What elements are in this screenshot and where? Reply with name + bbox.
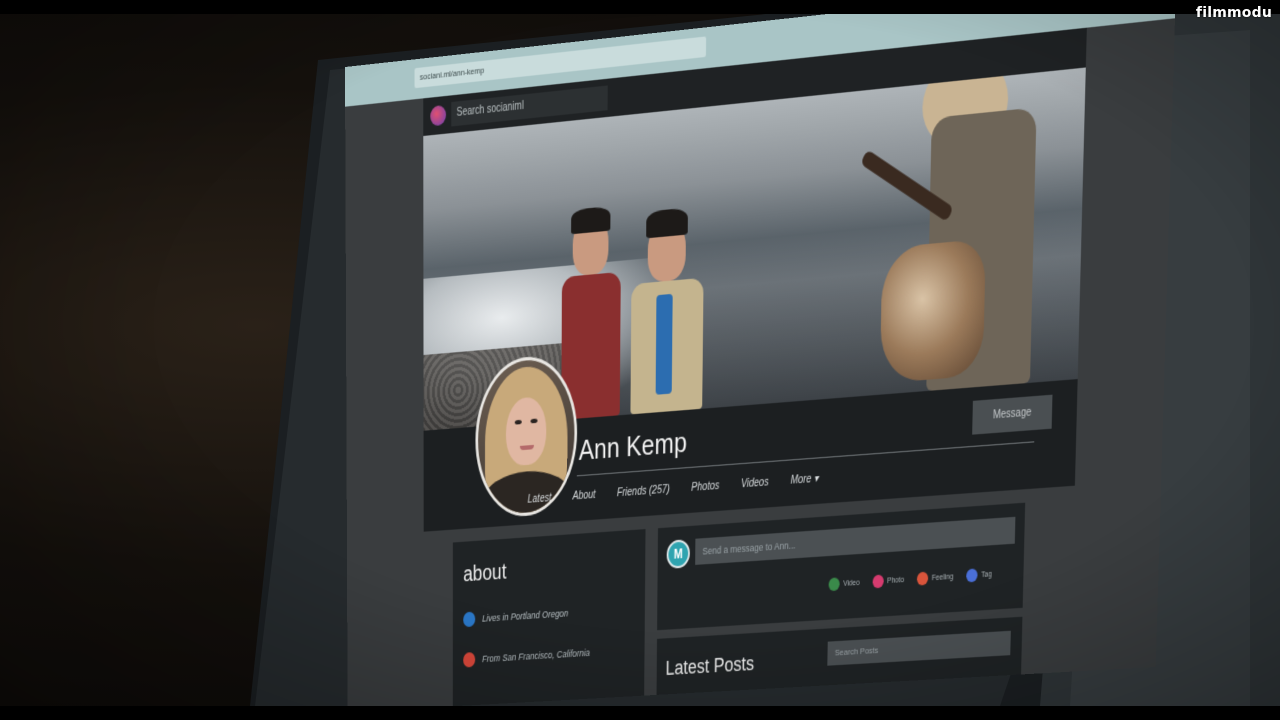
compose-actions: Video Photo Feeling Tag [829,567,992,591]
profile-name: Ann Kemp [579,425,687,467]
feeling-action-button[interactable]: Feeling [917,570,953,586]
letterbox-top [0,0,1280,14]
photo-icon [872,574,883,588]
video-action-button[interactable]: Video [829,576,860,591]
location-icon [463,612,475,628]
about-item-residence: Lives in Portland Oregon [463,606,568,628]
about-title: about [463,560,506,588]
site-logo-icon[interactable] [430,105,446,127]
search-posts-input[interactable]: Search Posts [827,631,1011,666]
tab-photos[interactable]: Photos [691,480,719,494]
tab-latest[interactable]: Latest [528,492,552,506]
tag-action-button[interactable]: Tag [966,567,992,582]
tab-more[interactable]: More ▾ [790,473,818,487]
tab-about[interactable]: About [573,489,596,503]
tab-friends[interactable]: Friends (257) [617,484,670,500]
tab-videos[interactable]: Videos [741,476,769,490]
video-icon [829,577,840,591]
screen: sociani.ml/ann-kemp Search socianiml Ann… [345,0,1176,712]
user-avatar: M [667,539,691,569]
cover-child-2 [625,197,708,415]
compose-card: M Send a message to Ann... Video Photo F… [657,503,1025,631]
about-card: about Lives in Portland Oregon From San … [453,529,646,706]
message-input[interactable]: Send a message to Ann... [695,517,1015,565]
about-item-hometown: From San Francisco, California [463,645,590,668]
photo-action-button[interactable]: Photo [872,573,904,588]
feeling-icon [917,572,928,586]
letterbox-bottom [0,706,1280,720]
profile-page: Search socianiml Ann Kemp Message Latest… [345,18,1175,712]
watermark: filmmodu [1196,5,1272,21]
cover-adult [889,67,1057,393]
latest-posts-title: Latest Posts [666,653,755,681]
tag-icon [966,568,978,582]
message-button[interactable]: Message [972,395,1052,435]
profile-tabs: Latest About Friends (257) Photos Videos… [528,473,819,506]
about-item-label[interactable]: Lives in Portland Oregon [482,608,568,624]
home-icon [463,652,475,668]
about-item-label[interactable]: From San Francisco, California [482,647,590,664]
